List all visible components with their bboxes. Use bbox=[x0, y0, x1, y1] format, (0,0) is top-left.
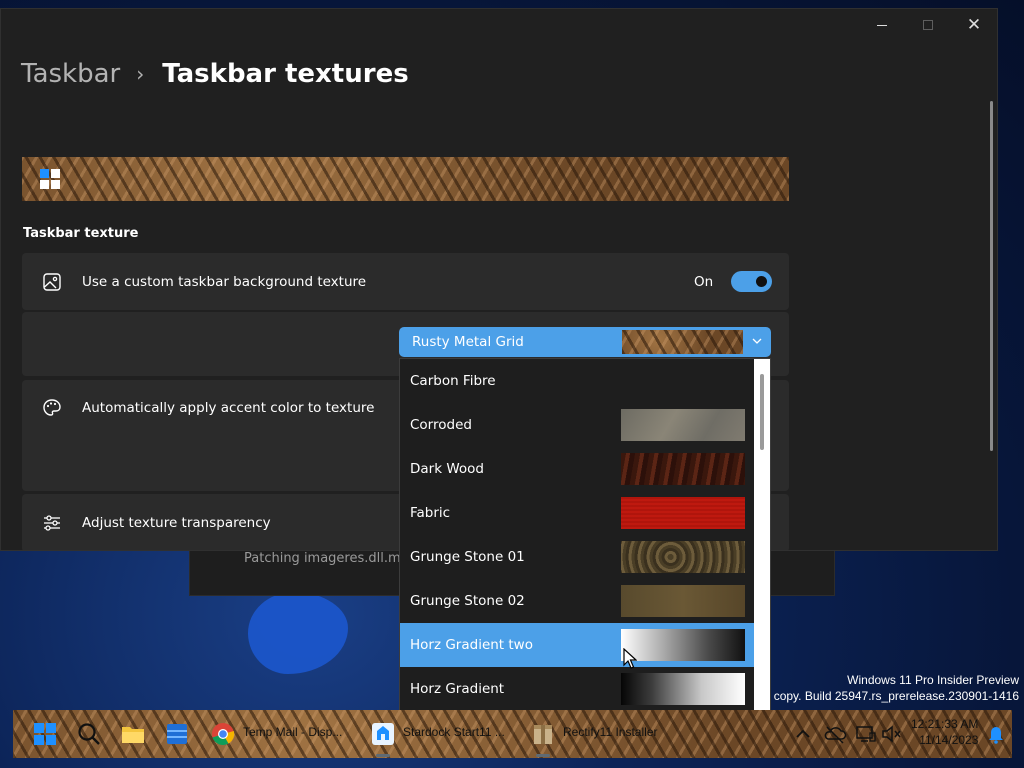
dropdown-selected-swatch bbox=[622, 330, 743, 354]
maximize-button[interactable] bbox=[905, 11, 951, 39]
option-swatch bbox=[621, 497, 745, 529]
start11-icon bbox=[372, 723, 394, 745]
toggle-knob bbox=[756, 276, 767, 287]
page-scrollbar[interactable] bbox=[990, 101, 993, 451]
mouse-cursor-icon bbox=[623, 648, 637, 669]
minimize-icon bbox=[877, 24, 887, 26]
dropdown-option[interactable]: Grunge Stone 01 bbox=[400, 535, 754, 579]
dropdown-option[interactable]: Dark Wood bbox=[400, 447, 754, 491]
clock-time: 12:21:33 AM bbox=[911, 717, 979, 731]
background-window-status: Patching imageres.dll.mu bbox=[244, 551, 409, 566]
option-swatch bbox=[621, 541, 745, 573]
close-button[interactable]: ✕ bbox=[951, 11, 997, 39]
taskbar-app-label: Temp Mail - Disp... bbox=[243, 725, 343, 739]
section-header: Taskbar texture bbox=[23, 226, 139, 241]
option-label: Dark Wood bbox=[410, 461, 484, 477]
accent-color-label: Automatically apply accent color to text… bbox=[82, 400, 375, 416]
custom-texture-card: Use a custom taskbar background texture … bbox=[22, 253, 789, 310]
image-icon bbox=[43, 273, 61, 291]
clock[interactable]: 12:21:33 AM 11/14/2023 bbox=[911, 716, 978, 748]
search-icon[interactable] bbox=[75, 720, 103, 748]
chevron-down-icon bbox=[752, 338, 762, 344]
option-label: Fabric bbox=[410, 505, 451, 521]
notification-bell-icon[interactable] bbox=[982, 720, 1010, 748]
option-label: Horz Gradient bbox=[410, 681, 505, 697]
page-title: Taskbar textures bbox=[162, 59, 409, 89]
file-explorer-icon[interactable] bbox=[119, 720, 147, 748]
os-watermark: Windows 11 Pro Insider Preview on copy. … bbox=[757, 672, 1019, 704]
palette-icon bbox=[43, 399, 61, 416]
option-label: Carbon Fibre bbox=[410, 373, 496, 389]
dropdown-option[interactable]: Horz Gradient bbox=[400, 667, 754, 710]
onedrive-offline-icon[interactable] bbox=[821, 720, 849, 748]
breadcrumb: Taskbar › Taskbar textures bbox=[21, 59, 409, 89]
texture-dropdown[interactable]: Rusty Metal Grid bbox=[399, 327, 771, 357]
taskbar-texture-preview bbox=[22, 157, 789, 201]
dropdown-option[interactable]: Corroded bbox=[400, 403, 754, 447]
app-running-indicator bbox=[376, 754, 390, 757]
microsoft-store-icon[interactable] bbox=[163, 720, 191, 748]
option-label: Grunge Stone 02 bbox=[410, 593, 525, 609]
taskbar-app-label: Rectify11 Installer bbox=[563, 725, 658, 739]
option-label: Horz Gradient two bbox=[410, 637, 533, 653]
dropdown-option[interactable]: Grunge Stone 02 bbox=[400, 579, 754, 623]
option-swatch bbox=[621, 453, 745, 485]
clock-date: 11/14/2023 bbox=[919, 733, 979, 747]
close-icon: ✕ bbox=[966, 14, 982, 35]
network-icon[interactable] bbox=[851, 720, 879, 748]
minimize-button[interactable] bbox=[859, 11, 905, 39]
sliders-icon bbox=[44, 515, 60, 531]
option-swatch bbox=[621, 409, 745, 441]
custom-texture-toggle[interactable] bbox=[731, 271, 772, 292]
option-label: Corroded bbox=[410, 417, 472, 433]
taskbar-app-chrome[interactable]: Temp Mail - Disp... bbox=[207, 710, 357, 758]
breadcrumb-separator: › bbox=[136, 62, 145, 86]
transparency-label: Adjust texture transparency bbox=[82, 515, 271, 531]
toggle-state-label: On bbox=[694, 274, 714, 290]
volume-muted-icon[interactable] bbox=[877, 720, 905, 748]
texture-dropdown-list: Carbon Fibre Corroded Dark Wood Fabric G… bbox=[399, 358, 771, 711]
installer-icon bbox=[534, 725, 552, 744]
watermark-line-1: Windows 11 Pro Insider Preview bbox=[847, 673, 1019, 687]
dropdown-option-highlighted[interactable]: Horz Gradient two bbox=[400, 623, 754, 667]
windows-logo-icon bbox=[40, 169, 62, 191]
maximize-icon bbox=[923, 20, 933, 30]
custom-texture-label: Use a custom taskbar background texture bbox=[82, 274, 367, 290]
taskbar: Temp Mail - Disp... Stardock Start11 ...… bbox=[13, 710, 1012, 758]
dropdown-option[interactable]: Fabric bbox=[400, 491, 754, 535]
desktop-wallpaper-shape bbox=[248, 592, 348, 674]
app-running-indicator bbox=[536, 754, 550, 757]
option-swatch bbox=[621, 629, 745, 661]
option-swatch bbox=[621, 585, 745, 617]
breadcrumb-parent-link[interactable]: Taskbar bbox=[21, 59, 120, 89]
option-label: Grunge Stone 01 bbox=[410, 549, 525, 565]
taskbar-app-label: Stardock Start11 ... bbox=[403, 725, 505, 739]
dropdown-selected-value: Rusty Metal Grid bbox=[412, 334, 524, 350]
chrome-icon bbox=[212, 723, 235, 746]
option-swatch bbox=[621, 673, 745, 705]
taskbar-app-rectify11[interactable]: Rectify11 Installer bbox=[527, 710, 677, 758]
chevron-up-icon[interactable] bbox=[789, 720, 817, 748]
dropdown-scrollbar-thumb[interactable] bbox=[760, 374, 764, 450]
taskbar-app-start11[interactable]: Stardock Start11 ... bbox=[367, 710, 517, 758]
watermark-line-2: on copy. Build 25947.rs_prerelease.23090… bbox=[757, 689, 1019, 703]
start-button[interactable] bbox=[31, 720, 59, 748]
dropdown-option[interactable]: Carbon Fibre bbox=[400, 359, 754, 403]
